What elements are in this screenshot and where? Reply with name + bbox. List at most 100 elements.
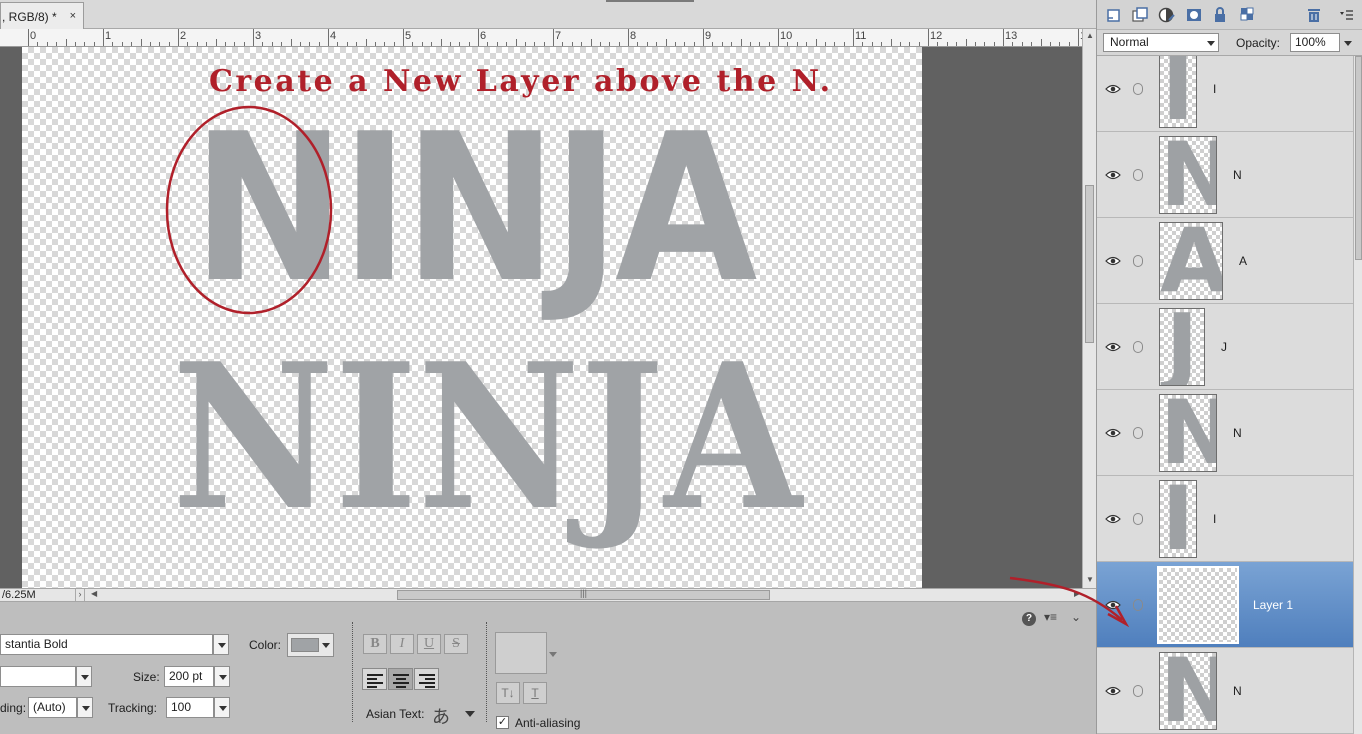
new-layer-icon[interactable] bbox=[1105, 6, 1123, 24]
visibility-eye-icon[interactable] bbox=[1105, 170, 1121, 180]
layer-link-icon[interactable] bbox=[1133, 427, 1143, 439]
tab-drop-marker bbox=[606, 0, 694, 2]
blend-mode-dropdown-icon[interactable] bbox=[1207, 41, 1215, 46]
layer-row[interactable]: NN bbox=[1097, 132, 1353, 218]
layers-scroll-thumb[interactable] bbox=[1355, 56, 1362, 260]
layer-row[interactable]: II bbox=[1097, 476, 1353, 562]
ruler-number: 5 bbox=[405, 30, 412, 42]
app-window: , RGB/8) * × 0123456789101112131 Create … bbox=[0, 0, 1362, 734]
vertical-text-button[interactable]: T↓ bbox=[496, 682, 520, 704]
visibility-eye-icon[interactable] bbox=[1105, 428, 1121, 438]
new-group-icon[interactable] bbox=[1131, 6, 1149, 24]
delete-layer-icon[interactable] bbox=[1305, 6, 1323, 24]
layer-thumbnail: J bbox=[1159, 308, 1205, 386]
ruler-tick bbox=[28, 29, 29, 46]
font-style-field[interactable] bbox=[0, 666, 76, 687]
document-canvas[interactable]: Create a New Layer above the N. NINJA NI… bbox=[22, 47, 922, 588]
ruler-tick bbox=[478, 29, 479, 46]
status-menu-arrow-icon[interactable]: › bbox=[75, 589, 85, 601]
visibility-eye-icon[interactable] bbox=[1105, 514, 1121, 524]
bold-button[interactable]: B bbox=[363, 634, 387, 654]
layer-link-icon[interactable] bbox=[1133, 341, 1143, 353]
lock-transparency-icon[interactable] bbox=[1239, 6, 1257, 24]
layer-thumbnail-glyph: I bbox=[1161, 56, 1195, 128]
layer-link-icon[interactable] bbox=[1133, 169, 1143, 181]
layer-thumbnail: N bbox=[1159, 136, 1217, 214]
align-right-button[interactable] bbox=[414, 668, 439, 690]
layer-row[interactable]: II bbox=[1097, 56, 1353, 132]
horizontal-scroll-thumb[interactable]: ||| bbox=[397, 588, 770, 600]
opacity-field[interactable]: 100% bbox=[1290, 33, 1340, 52]
close-tab-icon[interactable]: × bbox=[70, 10, 76, 22]
size-field[interactable]: 200 pt bbox=[164, 666, 214, 687]
blend-row: Normal Opacity: 100% bbox=[1097, 30, 1362, 56]
strikethrough-button[interactable]: S bbox=[444, 634, 468, 654]
scroll-left-icon[interactable]: ◀ bbox=[91, 589, 97, 598]
adjustment-layer-icon[interactable] bbox=[1157, 6, 1175, 24]
document-tab[interactable]: , RGB/8) * × bbox=[0, 2, 84, 29]
canvas-vertical-scrollbar[interactable]: ▲ ▼ bbox=[1082, 29, 1096, 588]
ruler-number: 12 bbox=[930, 30, 943, 42]
vertical-ruler bbox=[0, 47, 22, 588]
visibility-eye-icon[interactable] bbox=[1105, 256, 1121, 266]
anti-aliasing-checkbox[interactable]: ✓ bbox=[496, 716, 509, 729]
color-picker[interactable] bbox=[287, 633, 334, 657]
opacity-label: Opacity: bbox=[1236, 36, 1281, 50]
vertical-scroll-thumb[interactable] bbox=[1085, 185, 1094, 343]
ruler-number: 3 bbox=[255, 30, 262, 42]
anti-aliasing-label: Anti-aliasing bbox=[515, 716, 581, 730]
tracking-field[interactable]: 100 bbox=[166, 697, 214, 718]
layer-mask-icon[interactable] bbox=[1185, 6, 1203, 24]
font-family-dropdown-icon[interactable] bbox=[213, 634, 229, 655]
asian-text-dropdown-icon[interactable] bbox=[465, 711, 475, 717]
tracking-dropdown-icon[interactable] bbox=[214, 697, 230, 718]
ruler-number: 8 bbox=[630, 30, 637, 42]
size-dropdown-icon[interactable] bbox=[214, 666, 230, 687]
italic-button[interactable]: I bbox=[390, 634, 414, 654]
panel-menu-icon[interactable] bbox=[1337, 6, 1355, 24]
ruler-tick bbox=[703, 29, 704, 46]
opacity-dropdown-icon[interactable] bbox=[1344, 41, 1352, 46]
layer-link-icon[interactable] bbox=[1133, 83, 1143, 95]
font-family-field[interactable]: stantia Bold bbox=[0, 634, 213, 655]
layers-scrollbar[interactable] bbox=[1353, 56, 1362, 734]
ninja-text-bottom: NINJA bbox=[172, 320, 805, 555]
layer-link-icon[interactable] bbox=[1133, 685, 1143, 697]
type-tool-options: ? ▾≡ ⌄ stantia Bold Color: Size: 200 pt … bbox=[0, 602, 1096, 734]
size-label: Size: bbox=[133, 670, 160, 684]
layer-row[interactable]: JJ bbox=[1097, 304, 1353, 390]
style-swatch[interactable] bbox=[495, 632, 547, 674]
leading-field[interactable]: (Auto) bbox=[28, 697, 77, 718]
ruler-tick bbox=[328, 29, 329, 46]
visibility-eye-icon[interactable] bbox=[1105, 84, 1121, 94]
underline-button[interactable]: U bbox=[417, 634, 441, 654]
visibility-eye-icon[interactable] bbox=[1105, 342, 1121, 352]
layer-row[interactable]: NN bbox=[1097, 390, 1353, 476]
ruler-tick bbox=[253, 29, 254, 46]
style-dropdown-icon[interactable] bbox=[549, 652, 557, 657]
asian-text-icon[interactable]: あ bbox=[432, 703, 450, 729]
leading-dropdown-icon[interactable] bbox=[77, 697, 93, 718]
canvas-area[interactable]: Create a New Layer above the N. NINJA NI… bbox=[22, 47, 1082, 588]
ruler-tick bbox=[1003, 29, 1004, 46]
layer-row[interactable]: AA bbox=[1097, 218, 1353, 304]
visibility-eye-icon[interactable] bbox=[1105, 686, 1121, 696]
font-style-dropdown-icon[interactable] bbox=[76, 666, 92, 687]
layer-row[interactable]: NN bbox=[1097, 648, 1353, 734]
layer-link-icon[interactable] bbox=[1133, 255, 1143, 267]
ruler-tick bbox=[1078, 29, 1079, 46]
warp-text-button[interactable]: T bbox=[523, 682, 547, 704]
blend-mode-select[interactable]: Normal bbox=[1103, 33, 1219, 52]
align-left-button[interactable] bbox=[362, 668, 387, 690]
ruler-tick bbox=[553, 29, 554, 46]
ninja-text-top: NINJA bbox=[192, 91, 757, 328]
leading-label: ding: bbox=[0, 701, 27, 715]
align-center-button[interactable] bbox=[388, 668, 413, 690]
horizontal-ruler: 0123456789101112131 bbox=[0, 29, 1082, 47]
layer-name: J bbox=[1221, 340, 1227, 354]
layer-name: N bbox=[1233, 426, 1242, 440]
layer-name: I bbox=[1213, 512, 1217, 526]
lock-all-icon[interactable] bbox=[1211, 6, 1229, 24]
layer-link-icon[interactable] bbox=[1133, 513, 1143, 525]
scroll-up-icon[interactable]: ▲ bbox=[1086, 31, 1094, 40]
